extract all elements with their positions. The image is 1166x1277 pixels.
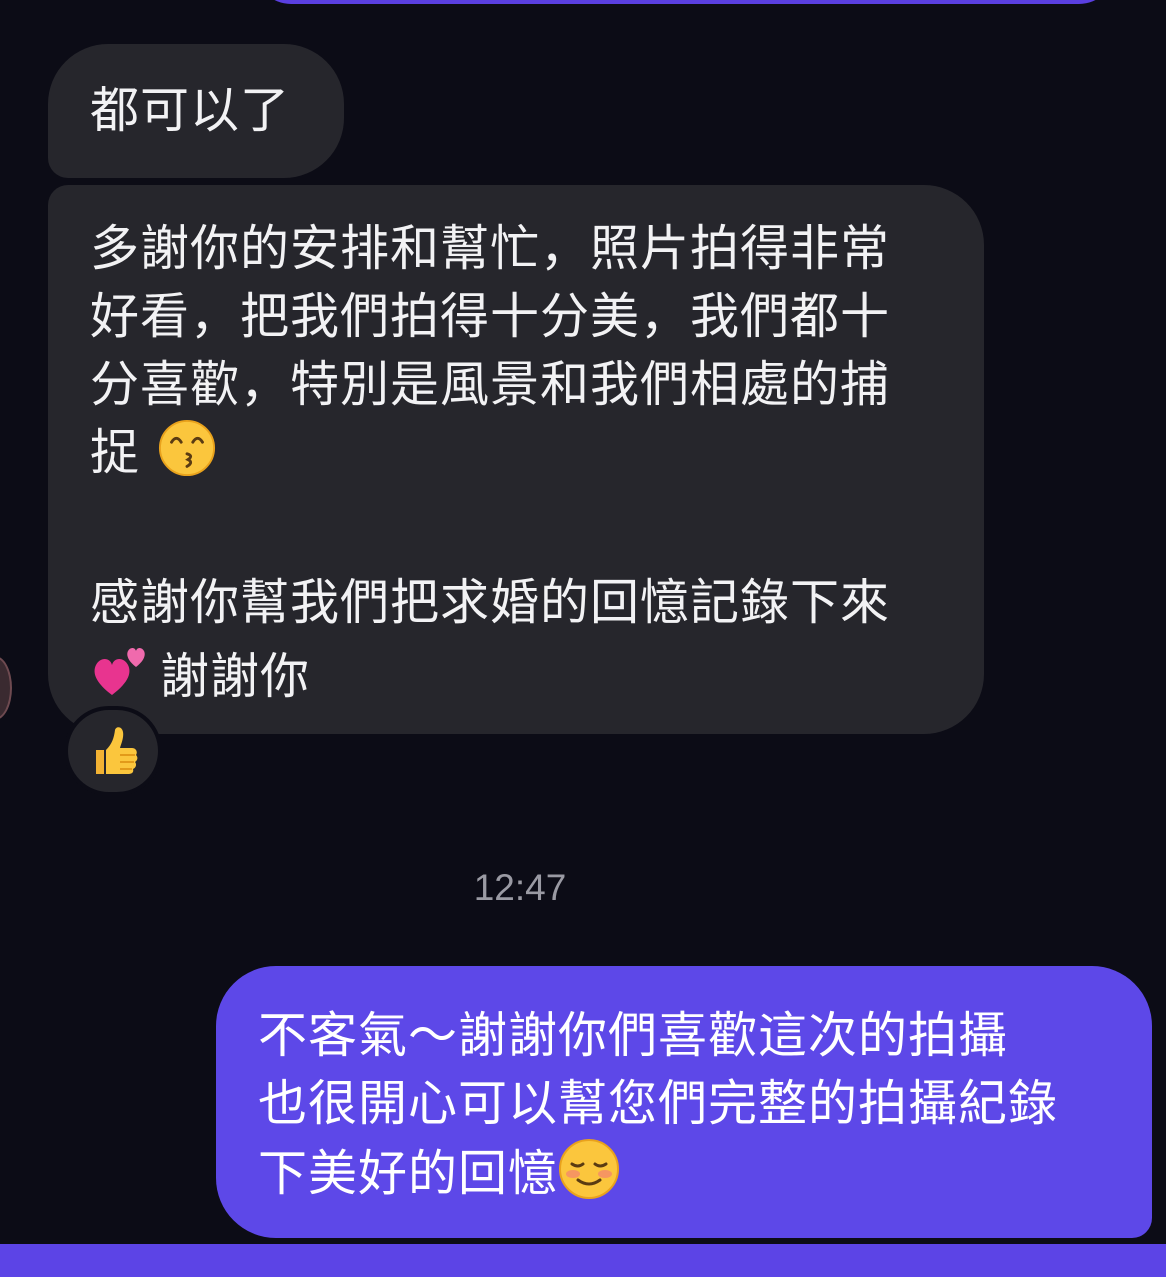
previous-outgoing-bubble-edge	[255, 0, 1115, 4]
message-text-line: 多謝你的安排和幫忙，照片拍得非常	[90, 220, 891, 277]
message-text: 都可以了	[90, 82, 291, 139]
message-timestamp: 12:47	[473, 867, 567, 908]
message-input-bar[interactable]	[0, 1244, 1166, 1277]
message-text: 下美好的回憶	[258, 1145, 559, 1202]
message-text: 謝謝你	[160, 648, 311, 705]
message-reaction[interactable]	[64, 706, 162, 796]
chat-screen: 都可以了 多謝你的安排和幫忙，照片拍得非常 好看，把我們拍得十分美，我們都十 分…	[0, 0, 1166, 1277]
message-text-line-with-emoji: 捉	[90, 419, 954, 487]
message-text-line: 也很開心可以幫您們完整的拍攝紀錄	[258, 1075, 1059, 1132]
outgoing-message-bubble[interactable]: 不客氣～謝謝你們喜歡這次的拍攝 也很開心可以幫您們完整的拍攝紀錄 下美好的回憶	[216, 966, 1152, 1238]
thumbs-up-icon	[96, 727, 138, 774]
message-text-line: 分喜歡，特別是風景和我們相處的捕	[90, 356, 891, 413]
smiling-face-icon	[559, 1139, 620, 1199]
message-text-line: 感謝你幫我們把求婚的回憶記錄下來	[90, 574, 891, 631]
contact-avatar[interactable]	[0, 656, 12, 720]
two-hearts-icon	[94, 648, 145, 695]
kissing-smiling-eyes-icon	[158, 419, 216, 477]
message-text-line-with-emoji: 謝謝你	[90, 637, 954, 705]
incoming-message-bubble[interactable]: 多謝你的安排和幫忙，照片拍得非常 好看，把我們拍得十分美，我們都十 分喜歡，特別…	[48, 185, 984, 734]
incoming-message-bubble[interactable]: 都可以了	[48, 44, 344, 178]
message-text-line: 好看，把我們拍得十分美，我們都十	[90, 288, 891, 345]
message-text-line-with-emoji: 下美好的回憶	[258, 1138, 1132, 1206]
message-text: 捉	[90, 424, 141, 481]
message-text-line: 不客氣～謝謝你們喜歡這次的拍攝	[258, 1007, 1009, 1064]
